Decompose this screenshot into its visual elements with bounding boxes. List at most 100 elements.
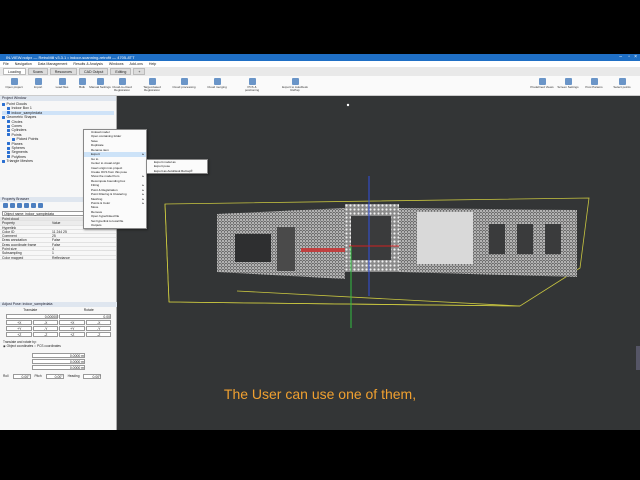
tree-checkbox[interactable]	[7, 128, 10, 132]
adjust-step-button[interactable]: -X	[85, 320, 111, 325]
pos-y-field[interactable]: 0.0000 m	[32, 358, 85, 364]
expand-icon[interactable]	[3, 203, 8, 208]
rotate-label: Rotate	[83, 308, 94, 312]
rotate-step-field[interactable]: 0.00	[59, 314, 111, 319]
tree-checkbox[interactable]	[7, 120, 10, 124]
ribbon-post-params[interactable]: Post Params	[582, 78, 606, 89]
property-key: Draw coordinate frame	[2, 242, 37, 247]
property-value[interactable]: 11 244 25	[52, 230, 116, 234]
property-key: Comment	[2, 234, 17, 239]
adjust-step-button[interactable]: +Z	[6, 332, 32, 337]
adjust-step-button[interactable]: +Z	[59, 332, 85, 337]
add-tab-button[interactable]: +	[133, 68, 146, 75]
context-menu-label: Meshing	[91, 196, 103, 201]
adjust-step-button[interactable]: +Y	[59, 326, 85, 331]
tree-checkbox[interactable]	[2, 102, 5, 106]
pos-z-field[interactable]: 0.0000 m	[32, 364, 85, 370]
adjust-step-button[interactable]: -Z	[85, 332, 111, 337]
adjust-step-button[interactable]: -X	[32, 320, 58, 325]
tree-checkbox[interactable]	[7, 106, 10, 110]
window-title: IN-VIEW.rcdpx — RetroMill v3.3.1 • indoo…	[6, 55, 135, 60]
3d-viewport[interactable]	[117, 96, 640, 430]
tree-item-label: Geometric Shapes	[6, 115, 37, 120]
tree-checkbox[interactable]	[7, 133, 10, 137]
property-value[interactable]: Reflectance	[52, 256, 116, 260]
ribbon-manual-settings[interactable]: Manual Settings	[88, 78, 112, 89]
adjust-step-button[interactable]: +X	[59, 320, 85, 325]
registration-icon	[118, 78, 126, 85]
tree-checkbox[interactable]	[7, 142, 10, 146]
close-icon[interactable]: ×	[634, 54, 637, 61]
tab-loading[interactable]: Loading	[3, 68, 26, 75]
ribbon-select-points[interactable]: Select points	[610, 78, 634, 89]
ribbon-cloud-processing[interactable]: Cloud processing	[172, 78, 196, 89]
roll-field[interactable]: 0.00°	[12, 373, 31, 379]
link-icon[interactable]	[24, 203, 29, 208]
ribbon-screen-settings[interactable]: Screen Settings	[556, 78, 580, 89]
property-value[interactable]: False	[52, 243, 116, 247]
point-cloud-scene[interactable]	[117, 96, 640, 430]
roll-label: Roll	[3, 374, 9, 379]
context-menu-label: Center to visual origin	[91, 161, 121, 166]
ribbon-toolbar: Open project Import Load files Bulk Manu…	[0, 76, 640, 96]
maximize-icon[interactable]: ▫	[628, 54, 630, 61]
tree-checkbox[interactable]	[7, 124, 10, 128]
adjust-step-button[interactable]: +Y	[6, 326, 32, 331]
section-label: Point cloud	[2, 217, 19, 221]
tree-checkbox[interactable]	[7, 111, 10, 115]
screen-icon	[564, 78, 572, 85]
edit-icon[interactable]	[31, 203, 36, 208]
ribbon-open-project[interactable]: Open project	[2, 78, 26, 89]
property-value[interactable]: False	[52, 238, 116, 242]
tree-checkbox[interactable]	[7, 146, 10, 150]
filter-icon[interactable]	[17, 203, 22, 208]
settings-icon	[96, 78, 104, 85]
adjust-step-button[interactable]: -Y	[32, 326, 58, 331]
video-subtitle: The User can use one of them,	[223, 386, 417, 402]
tree-checkbox[interactable]	[2, 159, 5, 163]
context-menu-item[interactable]: Outputs	[84, 223, 146, 227]
property-value[interactable]: 4	[52, 247, 116, 251]
translate-label: Translate	[23, 308, 38, 312]
adjust-step-button[interactable]: -Y	[85, 326, 111, 331]
ribbon-import[interactable]: Import	[26, 78, 50, 89]
context-menu-label: Open hyperlinked file	[91, 214, 120, 219]
tree-checkbox[interactable]	[2, 115, 5, 119]
ribbon-predefined-views[interactable]: Predefined Views	[530, 78, 554, 89]
property-value[interactable]: 1	[52, 251, 116, 255]
import-icon	[34, 78, 42, 85]
property-value[interactable]: 25	[52, 234, 116, 238]
context-menu-label: Point Filtering & Clustering	[91, 192, 127, 197]
viewport-scrollbar[interactable]	[636, 346, 640, 370]
property-row[interactable]: Color mapped Reflectance	[0, 256, 116, 260]
ribbon-cloud-merging[interactable]: Cloud merging	[205, 78, 229, 89]
collapse-icon[interactable]	[10, 203, 15, 208]
heading-field[interactable]: 0.00°	[83, 373, 102, 379]
ribbon-pcs-positioning[interactable]: PCS & positioning	[240, 78, 264, 93]
tree-checkbox[interactable]	[7, 155, 10, 159]
ribbon-target-registration[interactable]: Target-based Registration	[140, 78, 164, 93]
tab-scans[interactable]: Scans	[27, 68, 48, 75]
object-coords-label: Object coordinates	[6, 344, 34, 349]
context-menu-label: Points & Color	[91, 201, 111, 205]
ribbon-export-recap[interactable]: Export to AutoDesk RePap	[280, 78, 310, 93]
translate-step-field[interactable]: 0.00000	[6, 314, 58, 319]
property-key: Color ID	[2, 229, 15, 234]
context-menu-label: Go to	[91, 156, 99, 161]
load-icon	[58, 78, 66, 85]
context-menu-label: Create OCS from this pose	[91, 169, 128, 174]
ribbon-c2c-registration[interactable]: Cloud-to-cloud Registration	[110, 78, 134, 93]
submenu-item[interactable]: Export as AutoDesk ReCap®	[147, 169, 207, 173]
tree-item-label: Triangle Meshes	[6, 159, 33, 164]
tab-resources[interactable]: Resources	[49, 68, 77, 75]
tab-editing[interactable]: Editing	[110, 68, 132, 75]
pos-x-field[interactable]: 0.0000 m	[32, 352, 85, 358]
adjust-step-button[interactable]: +X	[6, 320, 32, 325]
info-icon[interactable]	[38, 203, 43, 208]
tree-checkbox[interactable]	[12, 137, 15, 141]
tree-checkbox[interactable]	[7, 151, 10, 155]
minimize-icon[interactable]: –	[619, 54, 622, 61]
tab-cad-output[interactable]: CAD Output	[78, 68, 109, 75]
pitch-field[interactable]: 0.00°	[45, 373, 64, 379]
adjust-step-button[interactable]: -Z	[32, 332, 58, 337]
